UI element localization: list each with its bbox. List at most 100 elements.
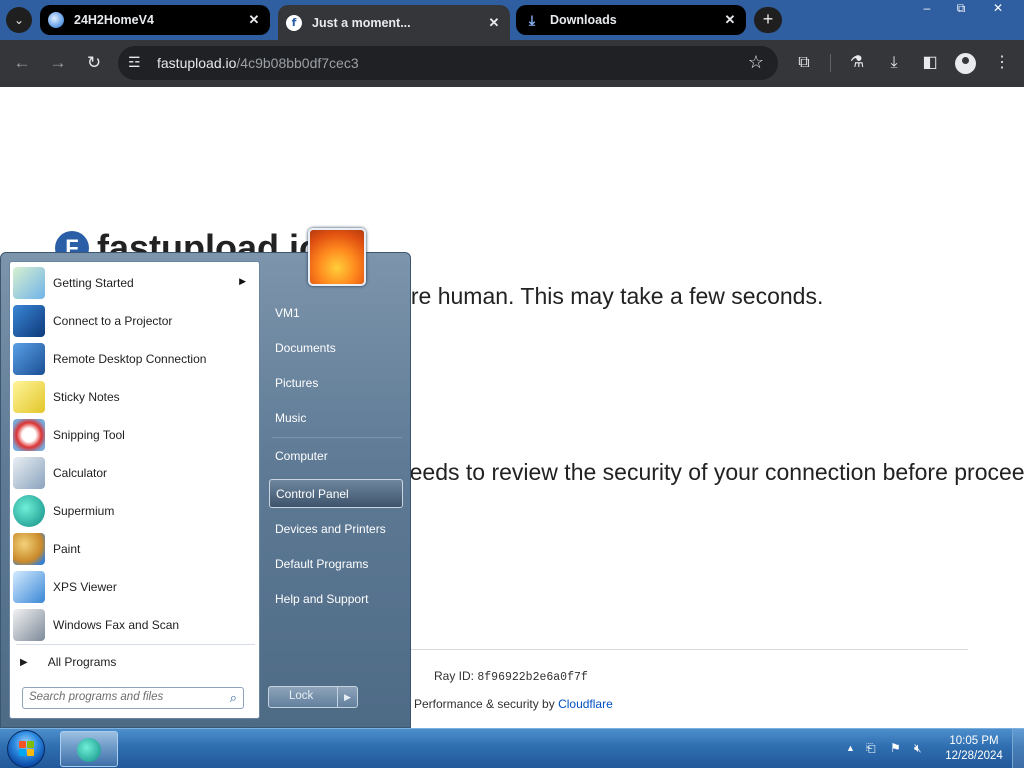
fax-scan-icon: [13, 609, 45, 641]
triangle-right-icon: ▶: [20, 656, 28, 668]
tab-search-button[interactable]: ⌄: [6, 7, 32, 33]
window-close-button[interactable]: ✕: [978, 0, 1018, 18]
address-bar[interactable]: ☲ fastupload.io/4c9b08bb0df7cec3 ☆: [118, 46, 778, 80]
close-icon[interactable]: ✕: [486, 15, 502, 31]
start-item-control-panel[interactable]: Control Panel: [269, 479, 403, 508]
start-search-input[interactable]: Search programs and files ⌕: [22, 687, 244, 709]
program-paint[interactable]: Paint: [13, 530, 256, 568]
program-label: Paint: [53, 542, 81, 556]
show-desktop-button[interactable]: [1012, 729, 1024, 768]
performance-label: Performance & security by: [414, 697, 555, 711]
performance-footer: Performance & security by Cloudflare: [414, 697, 613, 711]
labs-flask-icon[interactable]: ⚗: [845, 51, 869, 75]
start-item-music[interactable]: Music: [269, 404, 403, 433]
program-label: Supermium: [53, 504, 115, 518]
program-label: Connect to a Projector: [53, 314, 173, 328]
download-icon: ⤓: [528, 11, 536, 28]
network-icon[interactable]: ⎗: [866, 741, 876, 756]
search-icon[interactable]: ⌕: [230, 690, 237, 706]
program-label: Snipping Tool: [53, 428, 125, 442]
new-tab-button[interactable]: +: [754, 7, 782, 33]
program-calculator[interactable]: Calculator: [13, 454, 256, 492]
ray-id-label: Ray ID:: [434, 669, 475, 683]
program-supermium[interactable]: Supermium: [13, 492, 256, 530]
taskbar: ▲ ⎗ ⚑ 🔇︎ 10:05 PM 12/28/2024: [0, 728, 1024, 768]
more-menu-icon[interactable]: ⋮: [990, 51, 1014, 75]
show-hidden-icons-button[interactable]: ▲: [846, 743, 855, 753]
supermium-icon: [13, 495, 45, 527]
ray-id-value: 8f96922b2e6a0f7f: [477, 671, 588, 684]
snipping-tool-icon: [13, 419, 45, 451]
toolbar-divider: [830, 54, 831, 72]
program-connect-to-projector[interactable]: Connect to a Projector: [13, 302, 256, 340]
tab-downloads[interactable]: ⤓ Downloads ✕: [516, 5, 746, 35]
back-button[interactable]: ←: [9, 50, 35, 76]
profile-avatar-icon[interactable]: [955, 53, 976, 74]
user-picture-flower[interactable]: [308, 228, 366, 286]
browser-toolbar: ← → ↻ ☲ fastupload.io/4c9b08bb0df7cec3 ☆…: [0, 40, 1024, 87]
fastupload-icon: f: [286, 14, 302, 31]
close-icon[interactable]: ✕: [246, 12, 262, 28]
taskbar-supermium-button[interactable]: [60, 731, 118, 767]
lock-label: Lock: [289, 690, 314, 702]
forward-arrow-icon: →: [49, 53, 67, 72]
start-item-pictures[interactable]: Pictures: [269, 369, 403, 398]
start-button[interactable]: [7, 730, 45, 768]
start-item-default-programs[interactable]: Default Programs: [269, 550, 403, 579]
extensions-icon[interactable]: ⧉: [792, 51, 816, 75]
projector-icon: [13, 305, 45, 337]
url-path: /4c9b08bb0df7cec3: [236, 55, 359, 71]
search-placeholder: Search programs and files: [29, 691, 164, 703]
program-label: XPS Viewer: [53, 580, 117, 594]
program-xps-viewer[interactable]: XPS Viewer: [13, 568, 256, 606]
start-item-user-folder[interactable]: VM1: [269, 299, 403, 328]
calculator-icon: [13, 457, 45, 489]
program-sticky-notes[interactable]: Sticky Notes: [13, 378, 256, 416]
reload-icon: ↻: [86, 53, 102, 72]
browser-tabstrip: ⌄ 24H2HomeV4 ✕ f Just a moment... ✕ ⤓ Do…: [0, 0, 1024, 40]
restore-button[interactable]: ⧉: [944, 0, 978, 18]
cloudflare-link[interactable]: Cloudflare: [558, 697, 613, 711]
chevron-down-icon: ⌄: [13, 13, 25, 27]
ray-id: Ray ID: 8f96922b2e6a0f7f: [434, 669, 588, 684]
url-text[interactable]: fastupload.io/4c9b08bb0df7cec3: [157, 55, 359, 71]
volume-muted-icon[interactable]: 🔇︎: [914, 741, 922, 756]
program-getting-started[interactable]: Getting Started ▶: [13, 264, 256, 302]
system-clock[interactable]: 10:05 PM 12/28/2024: [938, 734, 1010, 764]
start-menu: Getting Started ▶ Connect to a Projector…: [0, 228, 411, 728]
tab-title: Just a moment...: [312, 15, 411, 30]
clock-time: 10:05 PM: [949, 735, 999, 747]
submenu-arrow-icon[interactable]: ▶: [239, 276, 246, 287]
program-windows-fax-scan[interactable]: Windows Fax and Scan: [13, 606, 256, 644]
tab-just-a-moment[interactable]: f Just a moment... ✕: [278, 5, 510, 40]
action-center-flag-icon[interactable]: ⚑: [890, 741, 901, 755]
windows-logo-icon: [19, 741, 35, 757]
program-snipping-tool[interactable]: Snipping Tool: [13, 416, 256, 454]
lock-button[interactable]: Lock ▶: [268, 686, 358, 708]
shutdown-options-arrow-icon[interactable]: ▶: [337, 687, 357, 707]
sticky-notes-icon: [13, 381, 45, 413]
footer-divider: [411, 649, 968, 650]
site-settings-icon[interactable]: ☲: [128, 54, 141, 71]
tab-title: 24H2HomeV4: [74, 13, 154, 27]
program-remote-desktop[interactable]: Remote Desktop Connection: [13, 340, 256, 378]
bookmark-star-icon[interactable]: ☆: [748, 52, 764, 73]
start-menu-programs-pane: Getting Started ▶ Connect to a Projector…: [9, 261, 260, 719]
supermium-icon: [77, 738, 101, 762]
tab-24h2homev4[interactable]: 24H2HomeV4 ✕: [40, 5, 270, 35]
reload-button[interactable]: ↻: [81, 50, 107, 76]
start-item-documents[interactable]: Documents: [269, 334, 403, 363]
close-icon[interactable]: ✕: [722, 12, 738, 28]
start-item-devices-printers[interactable]: Devices and Printers: [269, 515, 403, 544]
start-item-help-support[interactable]: Help and Support: [269, 585, 403, 614]
programs-divider: [16, 644, 255, 645]
downloads-icon[interactable]: ⤓: [882, 51, 906, 75]
minimize-button[interactable]: –: [910, 0, 944, 18]
start-item-computer[interactable]: Computer: [269, 442, 403, 471]
side-panel-icon[interactable]: ◧: [918, 51, 942, 75]
start-right-divider: [272, 437, 402, 438]
forward-button[interactable]: →: [45, 50, 71, 76]
url-host: fastupload.io: [157, 55, 237, 71]
all-programs-button[interactable]: ▶ All Programs: [18, 650, 256, 674]
window-controls: – ⧉ ✕: [910, 0, 1018, 18]
